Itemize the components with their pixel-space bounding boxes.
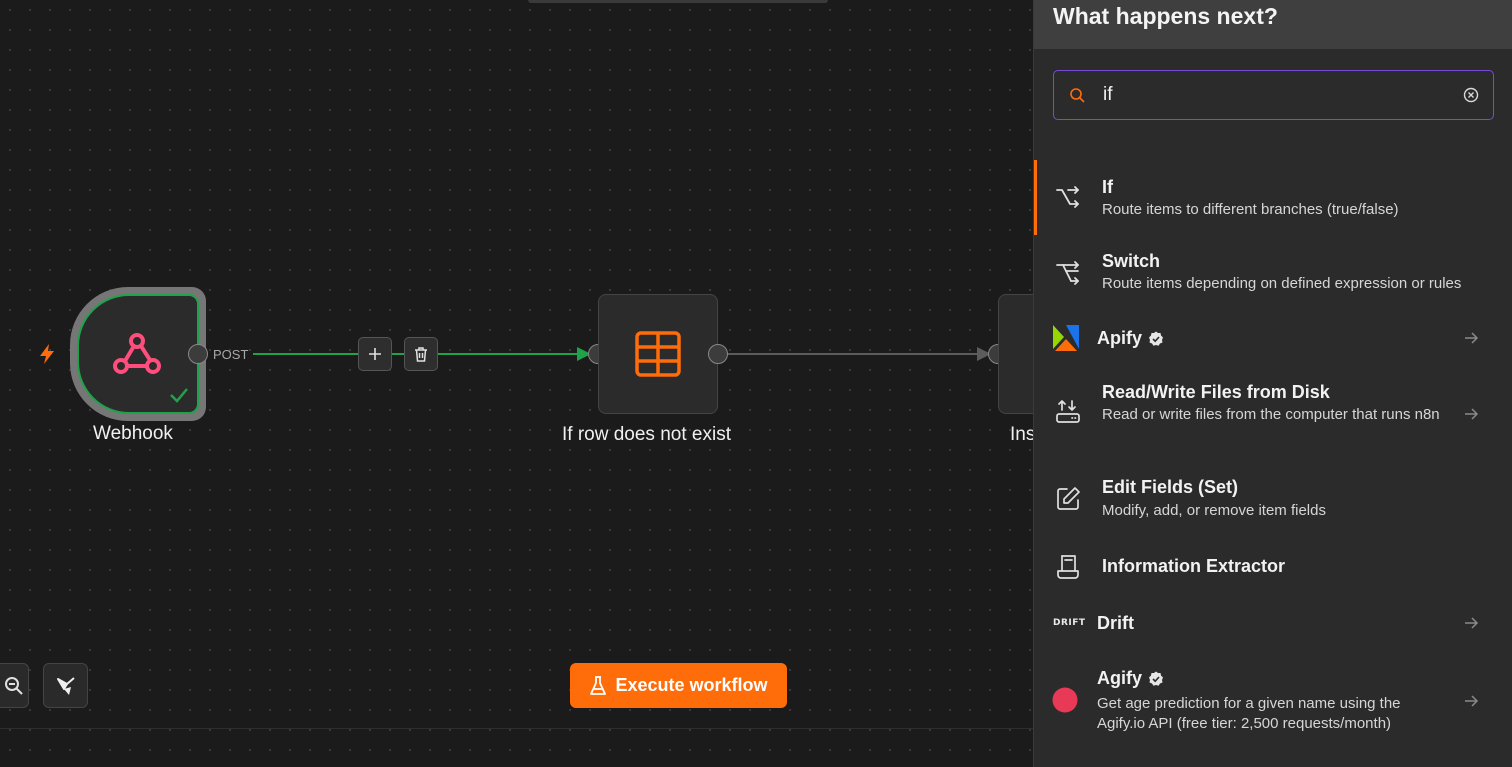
node-item-title: Agify <box>1097 668 1164 689</box>
document-icon <box>1057 555 1079 579</box>
node-item-switch[interactable]: Switch Route items depending on defined … <box>1034 240 1512 310</box>
broom-icon <box>56 676 75 695</box>
arrow-right-icon <box>1465 408 1479 420</box>
add-node-button[interactable] <box>358 337 392 371</box>
verified-badge-icon <box>1149 331 1163 346</box>
node-item-title: Information Extractor <box>1102 556 1286 576</box>
arrow-right-icon <box>1465 332 1479 344</box>
arrow-right-icon <box>1465 617 1479 629</box>
node-item-title: Switch <box>1102 251 1161 271</box>
search-box[interactable] <box>1053 70 1494 120</box>
success-check-icon <box>170 388 188 403</box>
if-node-output-handle[interactable] <box>708 344 728 364</box>
node-item-title: If <box>1102 177 1113 197</box>
node-item-information-extractor[interactable]: Information Extractor <box>1034 545 1512 590</box>
execute-workflow-button[interactable]: Execute workflow <box>570 663 787 708</box>
node-item-description: Route items to different branches (true/… <box>1102 201 1399 218</box>
insert-node[interactable] <box>998 294 1034 414</box>
file-disk-icon <box>1056 400 1080 423</box>
clear-search-icon[interactable] <box>1463 87 1479 103</box>
node-item-description: Read or write files from the computer th… <box>1102 406 1440 423</box>
arrow-right-icon <box>1465 695 1479 707</box>
flask-icon <box>590 675 607 695</box>
trash-icon <box>415 346 427 362</box>
canvas-footer-divider <box>0 728 1034 729</box>
node-item-title-text: Apify <box>1097 328 1142 348</box>
zoom-out-icon <box>4 676 23 695</box>
tidy-up-button[interactable] <box>43 663 88 708</box>
node-item-read-write-files[interactable]: Read/Write Files from Disk Read or write… <box>1034 370 1512 455</box>
search-icon <box>1070 88 1085 103</box>
node-item-if[interactable]: If Route items to different branches (tr… <box>1034 160 1512 235</box>
node-item-drift[interactable]: DRIFT Drift <box>1034 600 1512 645</box>
node-item-title: Drift <box>1097 613 1134 633</box>
edge-post-label: POST <box>213 347 249 362</box>
webhook-node-label: Webhook <box>93 423 173 444</box>
verified-badge-icon <box>1149 671 1163 686</box>
connection-if-insert[interactable] <box>728 353 981 355</box>
top-bar-edge <box>528 0 828 3</box>
node-item-title: Edit Fields (Set) <box>1102 477 1239 497</box>
drift-logo: DRIFT <box>1053 618 1086 628</box>
node-item-description: Modify, add, or remove item fields <box>1102 502 1326 519</box>
trigger-bolt-icon <box>40 344 54 364</box>
workflow-canvas[interactable]: Webhook POST If row does not exist Ins E… <box>0 0 1034 767</box>
agify-logo <box>1052 687 1078 713</box>
if-node-label: If row does not exist <box>562 424 731 445</box>
table-icon <box>635 331 681 377</box>
edit-icon <box>1057 487 1080 510</box>
webhook-icon <box>113 333 161 374</box>
webhook-output-handle[interactable] <box>188 344 208 364</box>
node-item-edit-fields[interactable]: Edit Fields (Set) Modify, add, or remove… <box>1034 465 1512 530</box>
insert-node-label: Ins <box>1010 424 1034 445</box>
node-item-agify[interactable]: Agify Get age prediction for a given nam… <box>1034 655 1512 745</box>
zoom-out-button[interactable] <box>0 663 29 708</box>
node-item-title-text: Agify <box>1097 668 1142 688</box>
node-item-description: Get age prediction for a given name usin… <box>1097 695 1401 732</box>
panel-title: What happens next? <box>1034 0 1512 49</box>
plus-icon <box>369 348 381 360</box>
search-input[interactable] <box>1103 84 1443 106</box>
apify-logo <box>1053 325 1079 351</box>
node-item-description: Route items depending on defined express… <box>1102 275 1462 292</box>
node-item-apify[interactable]: Apify <box>1034 315 1512 360</box>
execute-workflow-label: Execute workflow <box>615 675 768 695</box>
node-item-title: Read/Write Files from Disk <box>1102 382 1330 402</box>
node-item-title: Apify <box>1097 328 1164 349</box>
delete-connection-button[interactable] <box>404 337 438 371</box>
switch-icon <box>1056 261 1079 285</box>
if-branch-icon <box>1056 186 1079 208</box>
node-creator-panel: What happens next? If Route items to dif… <box>1033 0 1512 767</box>
